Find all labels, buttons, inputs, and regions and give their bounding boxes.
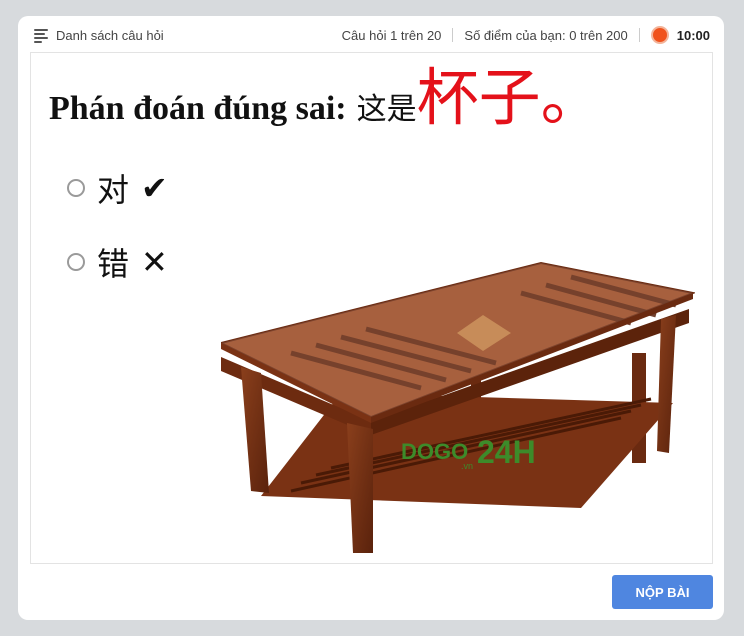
option-label: 错 (97, 245, 130, 283)
submit-button[interactable]: NỘP BÀI (612, 575, 713, 609)
question-prefix: Phán đoán đúng sai: (49, 90, 347, 127)
list-icon (34, 29, 48, 43)
divider (638, 28, 640, 42)
question-text: Phán đoán đúng sai: 这是 杯子。 (49, 67, 603, 129)
option-true[interactable]: 对 ✔ (67, 165, 168, 211)
option-label: 对 (97, 171, 130, 209)
quiz-card: Danh sách câu hỏi Câu hỏi 1 trên 20 Số đ… (18, 16, 724, 620)
coffee-table-image: DOGO .vn 24H (221, 261, 695, 553)
divider (452, 28, 454, 42)
svg-text:DOGO: DOGO (401, 439, 468, 464)
score-text: Số điểm của bạn: 0 trên 200 (464, 27, 628, 43)
question-sentence: 这是 (356, 92, 417, 127)
timer-icon (650, 26, 669, 44)
question-list-label: Danh sách câu hỏi (56, 27, 164, 43)
radio-button[interactable] (67, 179, 85, 197)
option-false[interactable]: 错 ✕ (67, 239, 168, 285)
question-progress: Câu hỏi 1 trên 20 (341, 27, 442, 43)
cross-icon: ✕ (141, 243, 168, 281)
svg-text:.vn: .vn (461, 461, 473, 471)
question-highlight: 杯子。 (416, 61, 603, 134)
question-panel: Phán đoán đúng sai: 这是 杯子。 对 ✔ 错 ✕ DOGO … (30, 52, 713, 564)
check-icon: ✔ (141, 169, 168, 207)
svg-text:24H: 24H (477, 434, 536, 470)
timer: 10:00 (676, 27, 710, 43)
quiz-status: Câu hỏi 1 trên 20 Số điểm của bạn: 0 trê… (342, 16, 710, 54)
quiz-toolbar: Danh sách câu hỏi Câu hỏi 1 trên 20 Số đ… (18, 16, 724, 54)
radio-button[interactable] (67, 253, 85, 271)
question-list-button[interactable]: Danh sách câu hỏi (34, 16, 164, 54)
